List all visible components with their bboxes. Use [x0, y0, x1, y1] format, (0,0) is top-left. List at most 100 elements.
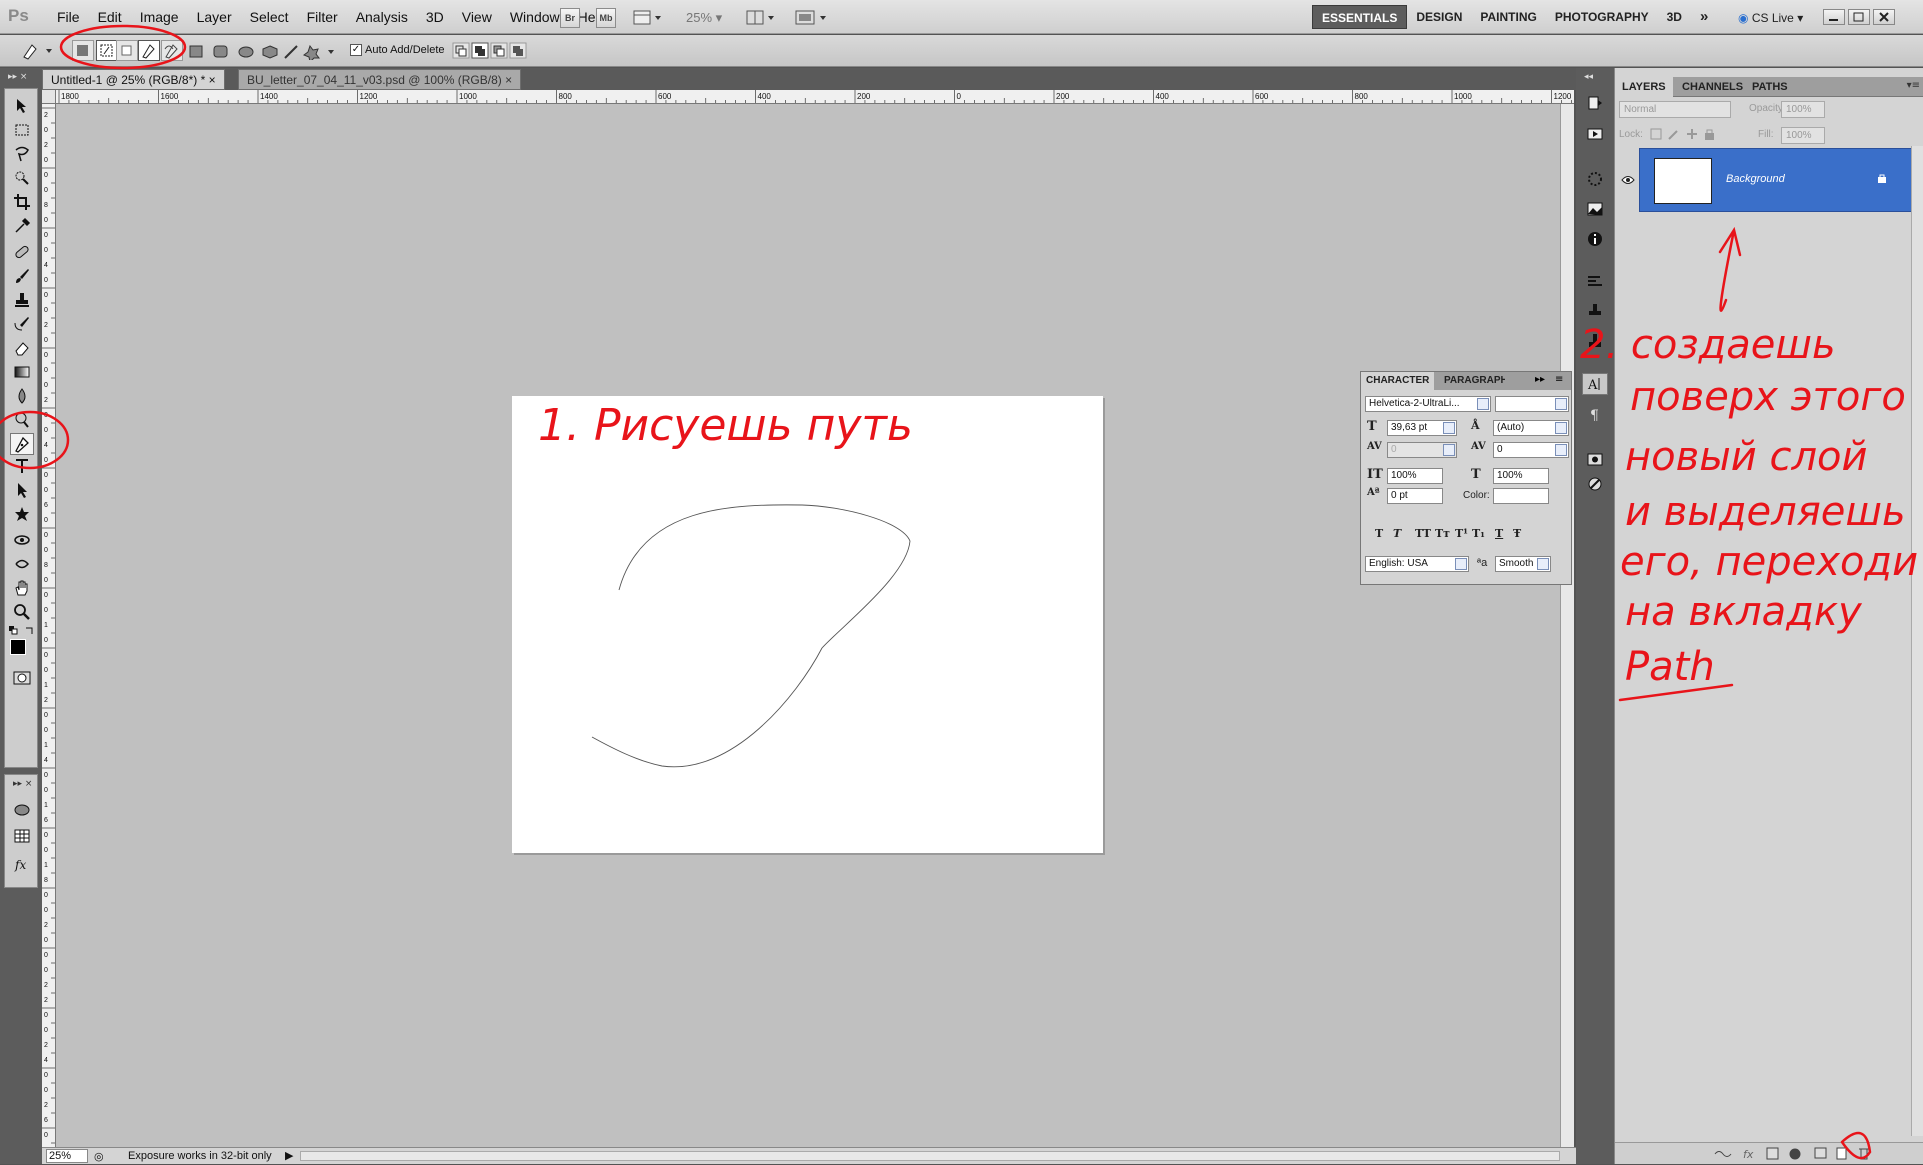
- arrange-documents-icon[interactable]: [746, 10, 776, 26]
- menu-layer[interactable]: Layer: [188, 0, 241, 34]
- blur-tool[interactable]: [10, 385, 34, 407]
- subscript-button[interactable]: T₁: [1472, 527, 1485, 540]
- vertical-scrollbar[interactable]: [1560, 104, 1574, 1147]
- horizontal-ruler[interactable]: 1800 1600 1400 1200 1000 800 600 400 200 0 200 400 6…: [56, 90, 1574, 104]
- mini-bridge-button[interactable]: Mb: [596, 8, 616, 28]
- blend-mode-select[interactable]: Normal: [1619, 101, 1731, 118]
- tab-bu-letter[interactable]: BU_letter_07_04_11_v03.psd @ 100% (RGB/8…: [238, 69, 522, 90]
- antialias-select[interactable]: Smooth: [1495, 556, 1551, 572]
- vertical-ruler[interactable]: 2 0 2 0 0 0 8 0 0 0 4 0 0 0 2 0 0 0 0 2 0 0 4 0 0 0 6 0 0 0 8 0 0 0 1 0 0 0 1 2…: [42, 104, 56, 1147]
- collapse-arrows-icon[interactable]: ▸▸ ×: [8, 72, 38, 82]
- 3d-material-icon[interactable]: [10, 799, 34, 821]
- baseline-shift-field[interactable]: 0 pt: [1387, 488, 1443, 504]
- workspaces-more-button[interactable]: »: [1691, 5, 1717, 29]
- clone-stamp-tool[interactable]: [10, 289, 34, 311]
- underline-button[interactable]: T: [1495, 527, 1503, 540]
- dodge-tool[interactable]: [10, 409, 34, 431]
- measurement-icon[interactable]: [1582, 473, 1608, 495]
- collapse-arrows-icon[interactable]: ◂◂: [1584, 72, 1593, 82]
- type-tool[interactable]: [10, 455, 34, 477]
- freeform-pen-option-icon[interactable]: [161, 40, 183, 61]
- tab-paths[interactable]: PATHS: [1745, 77, 1795, 97]
- close-icon[interactable]: ×: [209, 73, 216, 87]
- 3d-rotate-tool[interactable]: [10, 529, 34, 551]
- close-icon[interactable]: ×: [505, 73, 512, 87]
- horizontal-scrollbar[interactable]: [300, 1151, 1560, 1161]
- quick-selection-tool[interactable]: [10, 167, 34, 189]
- menu-file[interactable]: File: [48, 0, 89, 34]
- move-tool[interactable]: [10, 95, 34, 117]
- hand-tool[interactable]: [10, 577, 34, 599]
- superscript-button[interactable]: T¹: [1455, 527, 1468, 540]
- fill-field[interactable]: 100%: [1781, 127, 1825, 144]
- menu-analysis[interactable]: Analysis: [347, 0, 417, 34]
- gradient-tool[interactable]: [10, 361, 34, 383]
- close-button[interactable]: [1873, 9, 1895, 25]
- marquee-tool[interactable]: [10, 119, 34, 141]
- custom-shape-tool[interactable]: [10, 503, 34, 525]
- path-selection-tool[interactable]: [10, 479, 34, 501]
- eraser-tool[interactable]: [10, 337, 34, 359]
- auto-add-delete-checkbox[interactable]: ✓ Auto Add/Delete: [350, 44, 445, 56]
- panel-menu-icon[interactable]: ≡: [1555, 374, 1563, 385]
- tab-channels[interactable]: CHANNELS: [1675, 77, 1750, 97]
- adjustments-icon[interactable]: [1582, 168, 1608, 190]
- workspace-essentials[interactable]: ESSENTIALS: [1312, 5, 1408, 29]
- ruler-origin[interactable]: [42, 90, 56, 104]
- restore-button[interactable]: [1848, 9, 1870, 25]
- small-caps-button[interactable]: Tт: [1435, 527, 1450, 540]
- menu-edit[interactable]: Edit: [89, 0, 131, 34]
- actions-icon[interactable]: [1582, 123, 1608, 145]
- clone-source-icon[interactable]: [1582, 300, 1608, 322]
- leading-field[interactable]: (Auto): [1493, 420, 1569, 436]
- all-caps-button[interactable]: TT: [1415, 527, 1431, 540]
- faux-bold-button[interactable]: T: [1375, 527, 1383, 540]
- workspace-photography[interactable]: PHOTOGRAPHY: [1546, 5, 1658, 29]
- path-operations-group[interactable]: [452, 42, 532, 60]
- bridge-button[interactable]: Br: [560, 8, 580, 28]
- tab-paragraph[interactable]: PARAGRAPH: [1439, 372, 1505, 390]
- character-panel-icon[interactable]: A: [1582, 373, 1608, 395]
- font-size-field[interactable]: 39,63 pt: [1387, 420, 1457, 436]
- eyedropper-tool[interactable]: [10, 215, 34, 237]
- workspace-3d[interactable]: 3D: [1658, 5, 1691, 29]
- crop-tool[interactable]: [10, 191, 34, 213]
- minimize-button[interactable]: [1823, 9, 1845, 25]
- menu-select[interactable]: Select: [241, 0, 298, 34]
- zoom-level-select[interactable]: 25% ▾: [686, 8, 722, 28]
- visibility-eye-icon[interactable]: [1619, 148, 1637, 212]
- shape-layers-button[interactable]: [72, 40, 94, 61]
- cs-live-button[interactable]: ◉ CS Live ▾: [1738, 8, 1803, 28]
- menu-image[interactable]: Image: [131, 0, 188, 34]
- vertical-scale-field[interactable]: 100%: [1387, 468, 1443, 484]
- status-menu-arrow-icon[interactable]: ▶: [285, 1149, 293, 1162]
- quick-mask-icon[interactable]: [13, 671, 31, 685]
- 3d-orbit-tool[interactable]: [10, 553, 34, 575]
- language-select[interactable]: English: USA: [1365, 556, 1469, 572]
- menu-filter[interactable]: Filter: [298, 0, 347, 34]
- layer-row-background[interactable]: Background: [1639, 148, 1915, 212]
- brush-tool[interactable]: [10, 265, 34, 287]
- tool-preset-picker[interactable]: [20, 41, 56, 61]
- font-family-select[interactable]: Helvetica-2-UltraLi...: [1365, 396, 1491, 412]
- default-colors-icon[interactable]: [8, 625, 36, 637]
- paths-mode-button[interactable]: [96, 40, 118, 61]
- lock-icons[interactable]: [1649, 127, 1719, 141]
- tool-presets-icon[interactable]: [1582, 330, 1608, 352]
- menu-view[interactable]: View: [453, 0, 501, 34]
- paragraph-panel-icon[interactable]: ¶: [1582, 404, 1608, 426]
- brush-presets-icon[interactable]: [1582, 270, 1608, 292]
- view-extras-icon[interactable]: [633, 10, 663, 26]
- history-brush-tool[interactable]: [10, 313, 34, 335]
- masks-icon[interactable]: [1582, 198, 1608, 220]
- pen-tool-option-icon[interactable]: [138, 40, 160, 61]
- kerning-field[interactable]: 0: [1387, 442, 1457, 458]
- lasso-tool[interactable]: [10, 143, 34, 165]
- foreground-color-swatch[interactable]: [10, 639, 26, 655]
- healing-brush-tool[interactable]: [10, 241, 34, 263]
- tab-layers[interactable]: LAYERS: [1615, 77, 1673, 97]
- fill-pixels-button[interactable]: [116, 40, 138, 61]
- fx-icon[interactable]: fx: [10, 853, 34, 875]
- panel-menu-icon[interactable]: ▾≡: [1907, 80, 1920, 91]
- tab-character[interactable]: CHARACTER: [1361, 372, 1435, 390]
